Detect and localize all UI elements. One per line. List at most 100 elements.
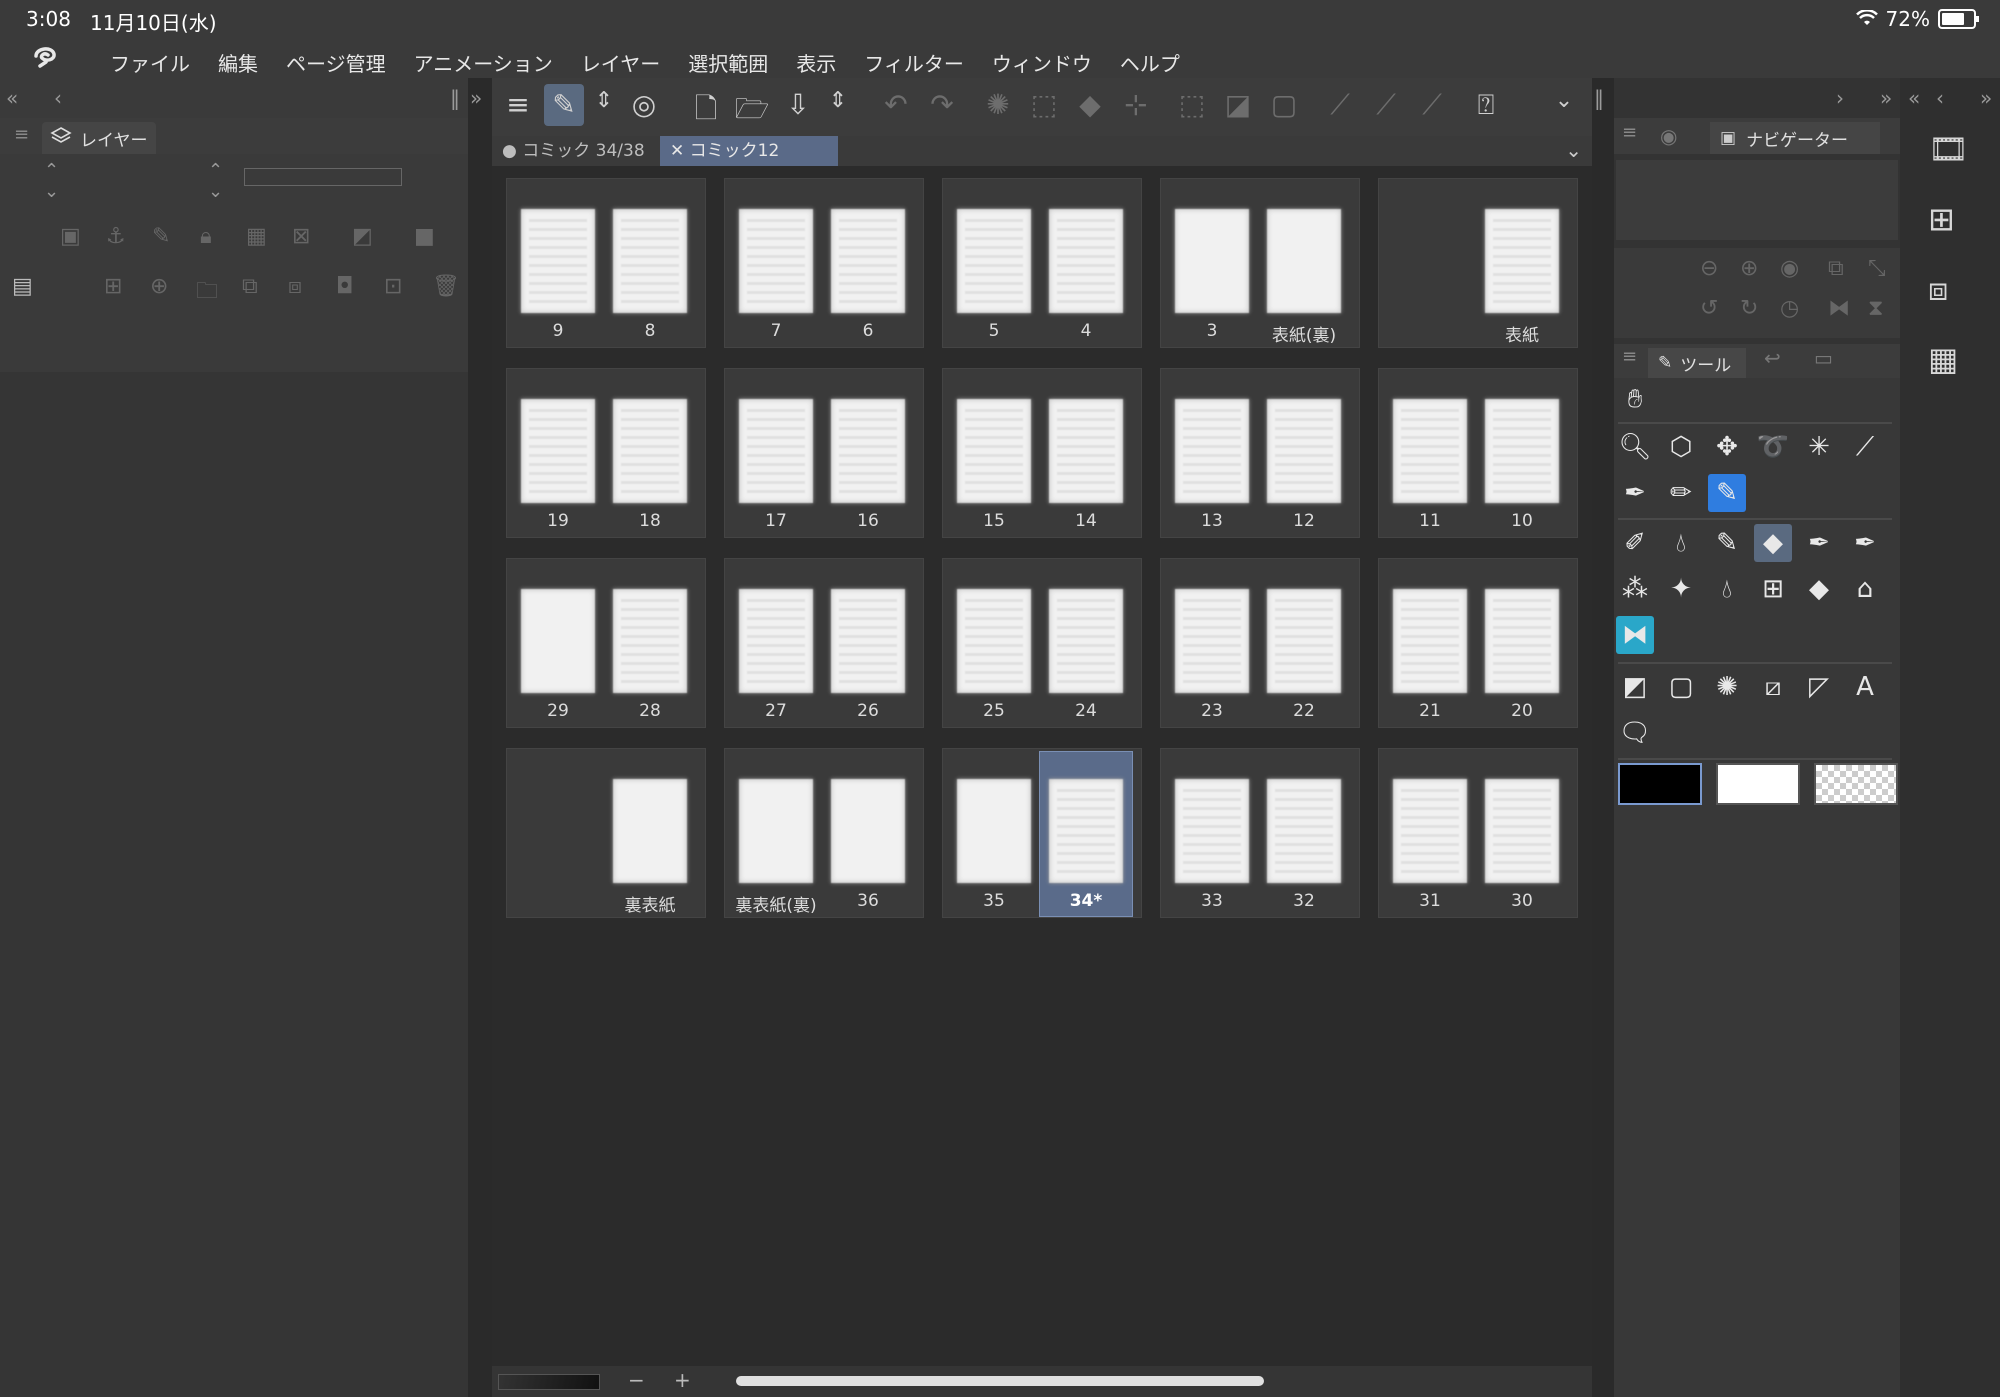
page-spread[interactable]: 15 14 — [942, 368, 1142, 538]
eyedropper-icon[interactable]: ⟋ — [1846, 428, 1884, 466]
page-thumbnail[interactable] — [613, 779, 687, 883]
fill-icon[interactable]: ◆ — [1070, 88, 1110, 121]
menu-layer[interactable]: レイヤー — [567, 48, 674, 77]
open-folder-icon[interactable]: 🗁 — [732, 88, 772, 136]
invert-selection-icon[interactable]: ◪ — [1218, 88, 1258, 121]
collapse-left-icon[interactable]: « — [6, 86, 18, 110]
frame-icon[interactable]: ⧄ — [1754, 668, 1792, 706]
right-splitter[interactable]: ‖ — [1592, 78, 1614, 1397]
eraser-icon[interactable]: ◆ — [1754, 524, 1792, 562]
new-vector-layer-icon[interactable]: ⊕ — [150, 274, 168, 299]
edit-page-icon[interactable]: ✎ — [544, 84, 584, 126]
page-thumbnail[interactable] — [1393, 779, 1467, 883]
menu-file[interactable]: ファイル — [96, 48, 204, 77]
page-spread[interactable]: 3 表紙(裏) — [1160, 178, 1360, 348]
opacity-stepper-icon[interactable]: ⌃ ⌄ — [208, 160, 223, 202]
subview-icon[interactable]: ◉ — [1660, 124, 1677, 148]
apply-mask-icon[interactable]: ⊡ — [384, 274, 402, 299]
tab-tool[interactable]: ✎ ツール — [1648, 348, 1746, 378]
panel-grip-icon[interactable]: ‖ — [450, 86, 460, 110]
page-spread[interactable]: 98 — [506, 178, 706, 348]
pen-icon[interactable]: ✒︎ — [1616, 474, 1654, 512]
page-thumbnail[interactable] — [1049, 209, 1123, 313]
chevron-left-icon[interactable]: ‹ — [1936, 86, 1944, 110]
export-stepper-icon[interactable]: ⇕ — [818, 88, 858, 113]
expand-right-icon[interactable]: » — [1880, 86, 1892, 110]
page-thumbnail[interactable] — [613, 399, 687, 503]
fit-icon[interactable]: ◉ — [1780, 256, 1799, 281]
page-thumbnail[interactable] — [739, 399, 813, 503]
chevron-left-icon[interactable]: ‹ — [54, 86, 62, 110]
page-spread[interactable]: 27 26 — [724, 558, 924, 728]
page-spread[interactable]: 54 — [942, 178, 1142, 348]
ruler-tool-icon[interactable]: ◸ — [1800, 668, 1838, 706]
page-thumbnail[interactable] — [1175, 779, 1249, 883]
new-raster-layer-icon[interactable]: ⊞ — [104, 274, 122, 299]
page-thumbnail[interactable] — [1485, 779, 1559, 883]
material-icon[interactable]: ⊞ — [1928, 200, 1955, 238]
chevron-down-icon[interactable]: ⌄ — [1544, 88, 1584, 113]
page-thumbnail[interactable] — [739, 589, 813, 693]
clear-icon[interactable]: ✺ — [978, 88, 1018, 121]
page-thumbnail[interactable] — [1393, 589, 1467, 693]
redo-icon[interactable]: ↷ — [922, 88, 962, 121]
transparent-color-swatch[interactable] — [1814, 763, 1898, 805]
trash-icon[interactable]: 🗑︎ — [432, 274, 460, 299]
calendar-grid-icon[interactable]: ▦ — [1928, 340, 1958, 378]
page-spread[interactable]: 23 22 — [1160, 558, 1360, 728]
page-thumbnail[interactable] — [1267, 779, 1341, 883]
page-thumbnail[interactable] — [831, 209, 905, 313]
expand-right-icon[interactable]: » — [1980, 86, 1992, 110]
new-page-icon[interactable]: 🗋 — [686, 88, 726, 136]
watercolor-icon[interactable]: 💧︎ — [1662, 524, 1700, 562]
animation-timeline-icon[interactable]: 🎞︎ — [1928, 130, 1969, 168]
fit-window-icon[interactable]: ⤡ — [1868, 256, 1886, 281]
menu-selection[interactable]: 選択範囲 — [674, 48, 782, 77]
tab-comic-34-38[interactable]: ● コミック 34/38 — [492, 136, 664, 166]
left-splitter[interactable]: » — [468, 78, 492, 1397]
ruler-tab-icon[interactable]: ▭ — [1814, 346, 1833, 370]
zoom-out-icon[interactable]: − — [628, 1368, 645, 1392]
menu-view[interactable]: 表示 — [782, 48, 850, 77]
page-thumbnail[interactable] — [1049, 589, 1123, 693]
help-icon[interactable]: ⍰ — [1466, 88, 1506, 122]
page-spread[interactable]: 裏表紙(裏) 36 — [724, 748, 924, 918]
g-pen-icon[interactable]: ✒︎ — [1846, 524, 1884, 562]
page-spread[interactable]: 76 — [724, 178, 924, 348]
menu-help[interactable]: ヘルプ — [1106, 48, 1194, 77]
page-thumbnail[interactable] — [1049, 779, 1123, 883]
page-thumbnail[interactable] — [1485, 399, 1559, 503]
draft-layer-icon[interactable]: ✎ — [152, 224, 170, 249]
page-thumbnail[interactable] — [613, 209, 687, 313]
expand-center-icon[interactable]: » — [470, 86, 482, 110]
page-thumbnail[interactable] — [957, 209, 1031, 313]
page-thumbnail[interactable] — [521, 399, 595, 503]
page-spread[interactable]: 表紙 — [1378, 178, 1578, 348]
page-thumbnail[interactable] — [957, 399, 1031, 503]
rotate-right-icon[interactable]: ↻ — [1740, 296, 1758, 321]
frame-border-icon[interactable]: ⊞ — [1754, 570, 1792, 608]
page-spread[interactable]: 裏表紙 — [506, 748, 706, 918]
zoom-icon[interactable]: 🔍︎ — [1616, 428, 1654, 466]
page-thumbnail[interactable] — [521, 589, 595, 693]
copy-layer-icon[interactable]: ⧉ — [242, 274, 258, 299]
selection-border-icon[interactable]: ▢ — [1264, 88, 1304, 121]
export-icon[interactable]: ⇩ — [778, 88, 818, 121]
zoom-in-icon[interactable]: + — [674, 1368, 691, 1392]
marker-icon[interactable]: ✎ — [1708, 474, 1746, 512]
blend-mode-stepper-icon[interactable]: ⌃ ⌄ — [44, 160, 59, 202]
page-spread[interactable]: 19 18 — [506, 368, 706, 538]
page-thumbnail[interactable] — [831, 779, 905, 883]
actual-size-icon[interactable]: ⧉ — [1828, 256, 1844, 281]
mask-add-icon[interactable]: ◘ — [336, 274, 353, 299]
new-folder-icon[interactable]: 🗀 — [196, 274, 218, 312]
merge-layer-icon[interactable]: ⧈ — [288, 274, 302, 299]
clip-layer-icon[interactable]: ▣ — [60, 224, 81, 249]
decoration-icon[interactable]: ✦ — [1662, 570, 1700, 608]
rotate-left-icon[interactable]: ↺ — [1700, 296, 1718, 321]
figure-icon[interactable]: ⧓ — [1616, 616, 1654, 654]
app-logo-icon[interactable] — [30, 42, 60, 79]
page-thumbnail[interactable] — [1393, 399, 1467, 503]
page-thumbnail[interactable] — [957, 779, 1031, 883]
page-thumbnail[interactable] — [1267, 209, 1341, 313]
